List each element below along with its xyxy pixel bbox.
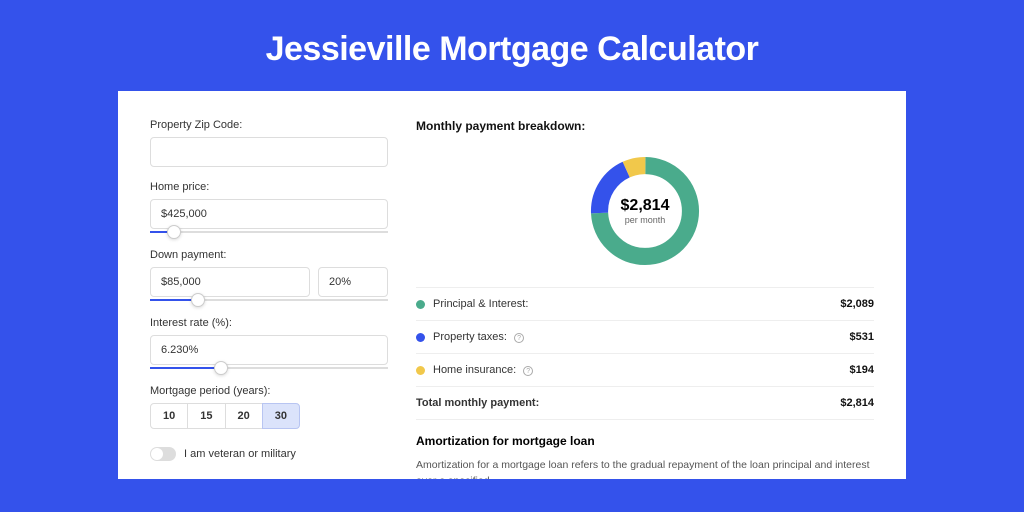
donut-chart: $2,814 per month — [416, 145, 874, 287]
period-button-10[interactable]: 10 — [150, 403, 188, 429]
home-price-label: Home price: — [150, 181, 388, 193]
breakdown-label: Property taxes: ? — [433, 331, 850, 343]
amortization-title: Amortization for mortgage loan — [416, 434, 874, 448]
period-button-30[interactable]: 30 — [262, 403, 300, 429]
period-label: Mortgage period (years): — [150, 385, 388, 397]
down-payment-pct-input[interactable] — [318, 267, 388, 297]
legend-dot — [416, 366, 425, 375]
legend-dot — [416, 300, 425, 309]
slider-thumb[interactable] — [191, 293, 205, 307]
interest-rate-field: Interest rate (%): — [150, 317, 388, 371]
interest-slider[interactable] — [150, 365, 388, 371]
donut-amount: $2,814 — [621, 197, 670, 215]
home-price-slider[interactable] — [150, 229, 388, 235]
zip-label: Property Zip Code: — [150, 119, 388, 131]
calculator-card: Property Zip Code: Home price: Down paym… — [118, 91, 906, 479]
down-payment-label: Down payment: — [150, 249, 388, 261]
period-field: Mortgage period (years): 10152030 — [150, 385, 388, 429]
breakdown-row: Home insurance: ?$194 — [416, 354, 874, 387]
home-price-field: Home price: — [150, 181, 388, 235]
breakdown-label: Home insurance: ? — [433, 364, 850, 376]
down-payment-slider[interactable] — [150, 297, 388, 303]
page-title: Jessieville Mortgage Calculator — [0, 30, 1024, 69]
period-button-20[interactable]: 20 — [225, 403, 263, 429]
total-label: Total monthly payment: — [416, 397, 840, 409]
amortization-text: Amortization for a mortgage loan refers … — [416, 458, 874, 479]
period-buttons: 10152030 — [150, 403, 388, 429]
results-panel: Monthly payment breakdown: $2,814 per mo… — [416, 119, 874, 479]
down-payment-field: Down payment: — [150, 249, 388, 303]
home-price-input[interactable] — [150, 199, 388, 229]
info-icon[interactable]: ? — [514, 333, 524, 343]
donut-per-month: per month — [625, 215, 666, 225]
breakdown-value: $2,089 — [840, 298, 874, 310]
breakdown-label: Principal & Interest: — [433, 298, 840, 310]
breakdown-title: Monthly payment breakdown: — [416, 119, 874, 133]
zip-field: Property Zip Code: — [150, 119, 388, 167]
down-payment-input[interactable] — [150, 267, 310, 297]
interest-label: Interest rate (%): — [150, 317, 388, 329]
input-panel: Property Zip Code: Home price: Down paym… — [150, 119, 388, 479]
info-icon[interactable]: ? — [523, 366, 533, 376]
slider-thumb[interactable] — [167, 225, 181, 239]
amortization-section: Amortization for mortgage loan Amortizat… — [416, 434, 874, 479]
zip-input[interactable] — [150, 137, 388, 167]
breakdown-value: $531 — [850, 331, 874, 343]
breakdown-total-row: Total monthly payment:$2,814 — [416, 387, 874, 420]
breakdown-list: Principal & Interest:$2,089Property taxe… — [416, 287, 874, 420]
interest-input[interactable] — [150, 335, 388, 365]
legend-dot — [416, 333, 425, 342]
veteran-label: I am veteran or military — [184, 448, 296, 460]
veteran-row: I am veteran or military — [150, 447, 388, 461]
donut-center: $2,814 per month — [585, 151, 705, 271]
breakdown-row: Principal & Interest:$2,089 — [416, 288, 874, 321]
period-button-15[interactable]: 15 — [187, 403, 225, 429]
slider-thumb[interactable] — [214, 361, 228, 375]
breakdown-value: $194 — [850, 364, 874, 376]
breakdown-row: Property taxes: ?$531 — [416, 321, 874, 354]
page-header: Jessieville Mortgage Calculator — [0, 0, 1024, 91]
veteran-toggle[interactable] — [150, 447, 176, 461]
total-value: $2,814 — [840, 397, 874, 409]
